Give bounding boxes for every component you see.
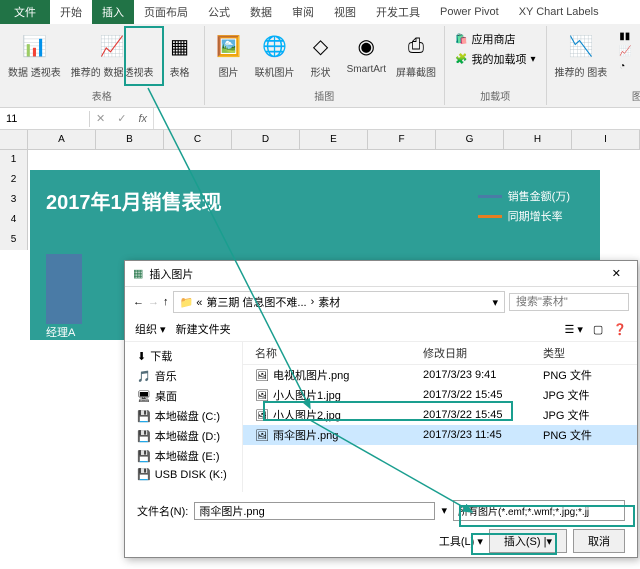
col-header[interactable]: G (436, 130, 504, 149)
highlight-file (263, 401, 513, 421)
legend-item: 销售金额(万) (478, 188, 570, 204)
tab-view[interactable]: 视图 (324, 0, 366, 24)
chart-bar (46, 254, 82, 324)
filename-label: 文件名(N): (137, 503, 188, 519)
col-date[interactable]: 修改日期 (423, 345, 543, 361)
tab-powerpivot[interactable]: Power Pivot (430, 2, 509, 22)
row-header[interactable]: 5 (0, 230, 28, 250)
back-icon[interactable]: ← (133, 296, 144, 308)
tab-formula[interactable]: 公式 (198, 0, 240, 24)
my-addins-button[interactable]: 🧩 我的加载项 ▾ (451, 50, 539, 68)
nav-desktop[interactable]: 🖥 桌面 (125, 386, 242, 406)
close-icon[interactable]: ✕ (604, 265, 629, 282)
row-header[interactable]: 4 (0, 210, 28, 230)
row-header[interactable]: 1 (0, 150, 28, 170)
group-addins: 🛍️ 应用商店 🧩 我的加载项 ▾ 加载项 (445, 26, 546, 105)
help-icon[interactable]: ❓ (613, 323, 627, 336)
highlight-filetype (459, 505, 635, 527)
group-charts: 📉推荐的 图表 ▮▮ 📈 ◔ 📊数据透视图 图表 (547, 26, 640, 105)
chart-type-button[interactable]: ◔ (615, 60, 640, 73)
forward-icon[interactable]: → (148, 296, 159, 308)
row-header[interactable]: 2 (0, 170, 28, 190)
highlight-picture (124, 26, 164, 86)
organize-button[interactable]: 组织 ▾ (135, 321, 166, 337)
col-header[interactable]: B (96, 130, 164, 149)
legend-item: 同期增长率 (478, 208, 570, 224)
tab-review[interactable]: 审阅 (282, 0, 324, 24)
group-label: 加载项 (480, 88, 510, 103)
dialog-title: 插入图片 (149, 266, 193, 282)
tab-insert[interactable]: 插入 (92, 0, 134, 24)
group-label: 插图 (314, 88, 334, 103)
col-header[interactable]: H (504, 130, 572, 149)
tab-dev[interactable]: 开发工具 (366, 0, 430, 24)
group-label: 表格 (92, 88, 112, 103)
cancel-button[interactable]: 取消 (573, 529, 625, 553)
col-header[interactable]: D (232, 130, 300, 149)
highlight-insert (471, 533, 557, 555)
up-icon[interactable]: ↑ (163, 296, 169, 308)
nav-diskc[interactable]: 💾 本地磁盘 (C:) (125, 406, 242, 426)
file-row[interactable]: 🖼 电视机图片.png2017/3/23 9:41PNG 文件 (243, 365, 637, 385)
bar-label: 经理A (46, 324, 75, 340)
group-tables: 📊数据 透视表 📈推荐的 数据透视表 ▦表格 表格 (0, 26, 205, 105)
nav-music[interactable]: 🎵 音乐 (125, 366, 242, 386)
table-button[interactable]: ▦表格 (160, 28, 200, 81)
fx-cancel-icon[interactable]: ✕ (90, 112, 111, 125)
path-breadcrumb[interactable]: 📁 « 第三期 信息图不难... › 素材 ▾ (173, 291, 506, 313)
rec-chart-button[interactable]: 📉推荐的 图表 (551, 28, 612, 81)
search-input[interactable] (509, 293, 629, 311)
preview-icon[interactable]: ▢ (593, 323, 603, 336)
tab-xychart[interactable]: XY Chart Labels (509, 2, 609, 22)
screenshot-button[interactable]: ⎙屏幕截图 (392, 28, 440, 81)
tab-home[interactable]: 开始 (50, 0, 92, 24)
chart-type-button[interactable]: ▮▮ (615, 30, 640, 43)
chart-type-button[interactable]: 📈 (615, 45, 640, 58)
col-header[interactable]: A (28, 130, 96, 149)
nav-usb[interactable]: 💾 USB DISK (K:) (125, 466, 242, 483)
col-header[interactable]: E (300, 130, 368, 149)
insert-picture-dialog: ▦ 插入图片 ✕ ← → ↑ 📁 « 第三期 信息图不难... › 素材 ▾ 组… (124, 260, 638, 558)
file-row-selected[interactable]: 🖼 雨伞图片.png2017/3/23 11:45PNG 文件 (243, 425, 637, 445)
row-header[interactable]: 3 (0, 190, 28, 210)
view-icon[interactable]: ☰ ▾ (564, 323, 582, 336)
store-button[interactable]: 🛍️ 应用商店 (451, 30, 539, 48)
tab-layout[interactable]: 页面布局 (134, 0, 198, 24)
tab-data[interactable]: 数据 (240, 0, 282, 24)
filename-dropdown-icon[interactable]: ▾ (441, 504, 447, 517)
excel-icon: ▦ (133, 267, 143, 280)
fx-enter-icon[interactable]: ✓ (111, 112, 132, 125)
tab-file[interactable]: 文件 (0, 0, 50, 24)
pivot-table-button[interactable]: 📊数据 透视表 (4, 28, 65, 81)
group-label: 图表 (632, 88, 640, 103)
picture-button[interactable]: 🖼️图片 (209, 28, 249, 81)
col-header[interactable]: C (164, 130, 232, 149)
nav-downloads[interactable]: ⬇ 下载 (125, 346, 242, 366)
nav-diske[interactable]: 💾 本地磁盘 (E:) (125, 446, 242, 466)
filename-input[interactable] (194, 502, 435, 520)
nav-diskd[interactable]: 💾 本地磁盘 (D:) (125, 426, 242, 446)
col-header[interactable]: I (572, 130, 640, 149)
nav-pane: ⬇ 下载 🎵 音乐 🖥 桌面 💾 本地磁盘 (C:) 💾 本地磁盘 (D:) 💾… (125, 342, 243, 492)
new-folder-button[interactable]: 新建文件夹 (176, 321, 231, 337)
smartart-button[interactable]: ◉SmartArt (343, 28, 390, 81)
group-illustrations: 🖼️图片 🌐联机图片 ◇形状 ◉SmartArt ⎙屏幕截图 插图 (205, 26, 445, 105)
shapes-button[interactable]: ◇形状 (301, 28, 341, 81)
fx-icon[interactable]: fx (132, 113, 153, 125)
select-all[interactable] (0, 130, 28, 149)
col-type[interactable]: 类型 (543, 345, 637, 361)
formula-input[interactable] (153, 108, 640, 129)
online-pic-button[interactable]: 🌐联机图片 (251, 28, 299, 81)
col-name[interactable]: 名称 (243, 345, 423, 361)
name-box[interactable]: 11 (0, 111, 90, 127)
col-header[interactable]: F (368, 130, 436, 149)
